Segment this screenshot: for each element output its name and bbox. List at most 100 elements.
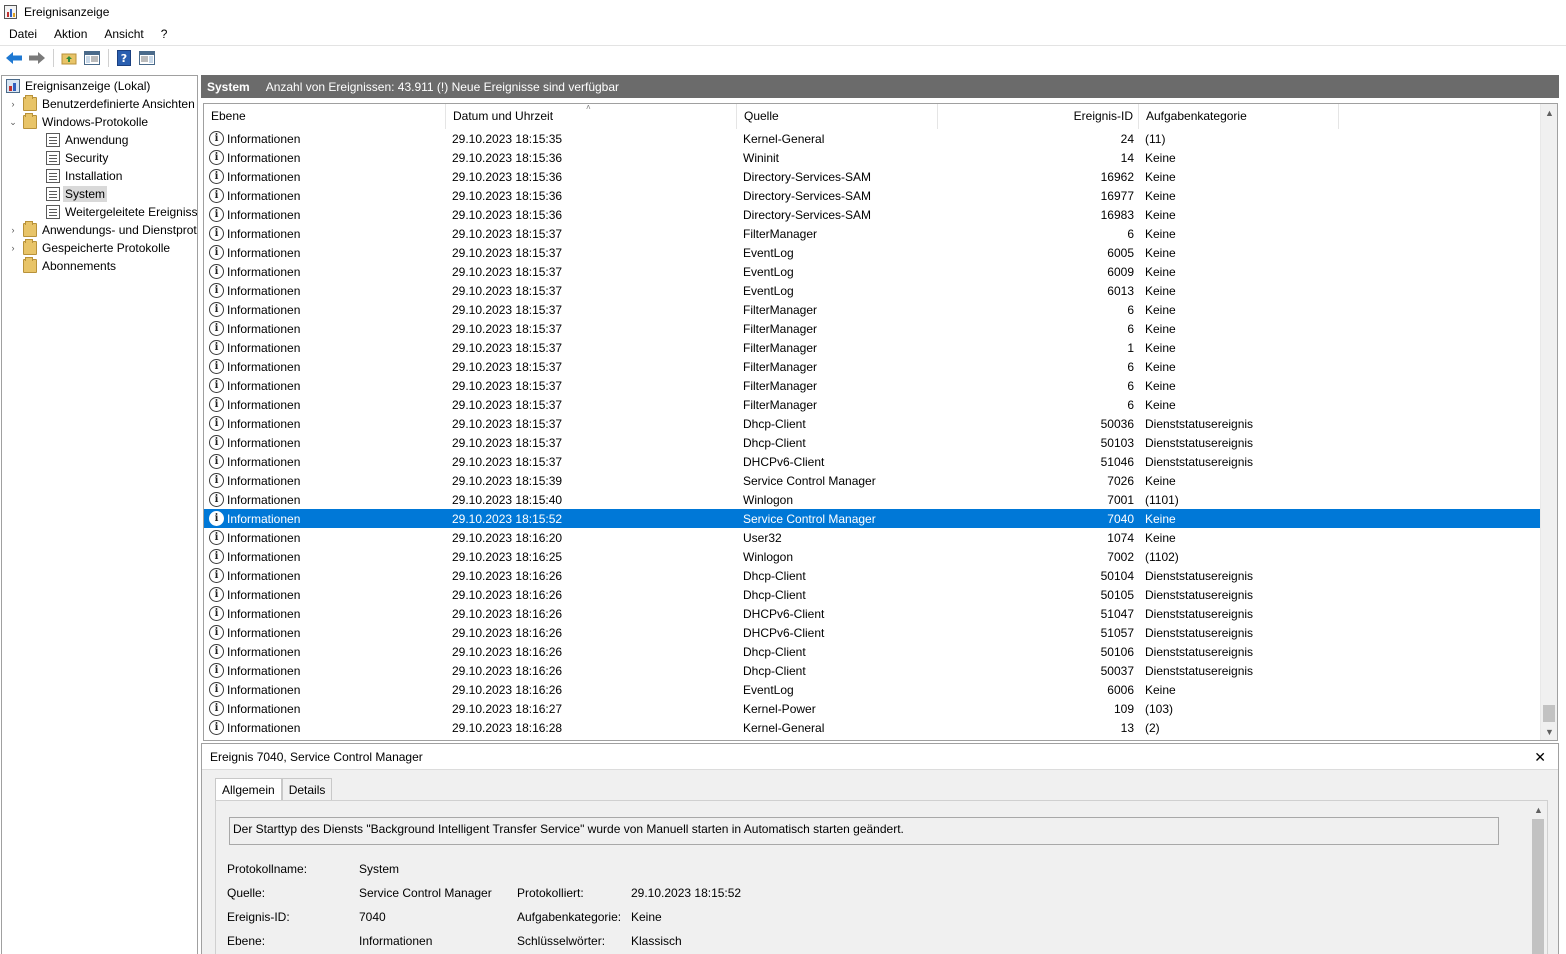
up-button[interactable] <box>59 48 79 68</box>
chevron-right-icon[interactable]: › <box>8 243 18 253</box>
table-row[interactable]: i Informationen 29.10.2023 18:15:37 FilterM… <box>204 224 1541 243</box>
cell-source: FilterManager <box>743 340 818 355</box>
action-pane-button[interactable] <box>137 48 157 68</box>
table-row[interactable]: i Informationen 29.10.2023 18:15:40 Winlogo… <box>204 490 1541 509</box>
tree-item-setup[interactable]: Installation <box>46 167 122 185</box>
table-row[interactable]: i Informationen 29.10.2023 18:15:36 Directo… <box>204 186 1541 205</box>
table-row[interactable]: i Informationen 29.10.2023 18:15:37 FilterM… <box>204 376 1541 395</box>
forward-button[interactable] <box>27 48 47 68</box>
table-row[interactable]: i Informationen 29.10.2023 18:16:26 DHCPv6-… <box>204 623 1541 642</box>
label-ebene: Ebene: <box>227 934 266 948</box>
tree-item-subscriptions[interactable]: Abonnements <box>23 257 116 275</box>
cell-category: (1102) <box>1145 549 1179 564</box>
level-text: Informationen <box>227 321 301 336</box>
event-list-scrollbar[interactable]: ▲ ▼ <box>1540 104 1557 740</box>
table-row[interactable]: i Informationen 29.10.2023 18:16:26 Dhcp-Cl… <box>204 642 1541 661</box>
menu-ansicht[interactable]: Ansicht <box>95 24 151 44</box>
cell-category: Dienststatusereignis <box>1145 435 1254 450</box>
chevron-right-icon[interactable]: › <box>8 225 18 235</box>
level-text: Informationen <box>227 416 301 431</box>
scroll-up-icon[interactable]: ▲ <box>1530 801 1547 818</box>
event-rows: i Informationen 29.10.2023 18:15:35 Kernel-… <box>204 129 1541 737</box>
cell-category: Dienststatusereignis <box>1145 416 1254 431</box>
detail-scrollbar[interactable]: ▲ <box>1530 801 1547 954</box>
tree-item-app-service-logs[interactable]: › Anwendungs- und Dienstprotokolle <box>8 221 197 239</box>
help-button[interactable]: ? <box>114 48 134 68</box>
table-row[interactable]: i Informationen 29.10.2023 18:16:26 Dhcp-Cl… <box>204 661 1541 680</box>
menu-datei[interactable]: Datei <box>0 24 45 44</box>
tree-item-system[interactable]: System <box>46 185 108 203</box>
column-header-aufgabenkategorie[interactable]: Aufgabenkategorie <box>1139 104 1339 129</box>
table-row[interactable]: i Informationen 29.10.2023 18:15:52 Service… <box>204 509 1541 528</box>
table-row[interactable]: i Informationen 29.10.2023 18:16:26 Dhcp-Cl… <box>204 585 1541 604</box>
column-header-ereignis-id[interactable]: Ereignis-ID <box>938 104 1139 129</box>
info-icon: i <box>209 131 224 146</box>
level-text: Informationen <box>227 663 301 678</box>
table-row[interactable]: i Informationen 29.10.2023 18:15:37 DHCPv6-… <box>204 452 1541 471</box>
scrollbar-thumb[interactable] <box>1532 819 1544 954</box>
chevron-right-icon[interactable]: › <box>8 99 18 109</box>
cell-date: 29.10.2023 18:16:26 <box>452 587 563 602</box>
table-row[interactable]: i Informationen 29.10.2023 18:15:37 EventLo… <box>204 281 1541 300</box>
tree-item-security[interactable]: Security <box>46 149 108 167</box>
cell-level: i Informationen <box>204 530 446 545</box>
table-row[interactable]: i Informationen 29.10.2023 18:16:25 Winlogo… <box>204 547 1541 566</box>
table-row[interactable]: i Informationen 29.10.2023 18:15:37 FilterM… <box>204 395 1541 414</box>
table-row[interactable]: i Informationen 29.10.2023 18:16:26 DHCPv6-… <box>204 604 1541 623</box>
table-row[interactable]: i Informationen 29.10.2023 18:15:37 Dhcp-Cl… <box>204 414 1541 433</box>
close-icon[interactable]: ✕ <box>1534 749 1546 766</box>
level-text: Informationen <box>227 302 301 317</box>
column-header-ebene[interactable]: Ebene <box>204 104 446 129</box>
back-arrow-icon <box>6 52 22 64</box>
table-row[interactable]: i Informationen 29.10.2023 18:16:28 Kernel-… <box>204 718 1541 737</box>
tree-item-custom-views[interactable]: › Benutzerdefinierte Ansichten <box>8 95 195 113</box>
cell-category: Keine <box>1145 340 1176 355</box>
tree-item-saved-logs[interactable]: › Gespeicherte Protokolle <box>8 239 170 257</box>
cell-level: i Informationen <box>204 720 446 735</box>
table-row[interactable]: i Informationen 29.10.2023 18:15:36 Directo… <box>204 167 1541 186</box>
column-header-quelle[interactable]: Quelle <box>737 104 938 129</box>
tree-item-root[interactable]: Ereignisanzeige (Lokal) <box>6 77 150 95</box>
cell-source: EventLog <box>743 245 794 260</box>
info-icon: i <box>209 625 224 640</box>
tree-item-forwarded-events[interactable]: Weitergeleitete Ereignisse <box>46 203 197 221</box>
scroll-down-icon[interactable]: ▼ <box>1541 723 1557 740</box>
scroll-up-icon[interactable]: ▲ <box>1541 104 1557 121</box>
tree-item-windows-logs[interactable]: ⌄ Windows-Protokolle <box>8 113 148 131</box>
table-row[interactable]: i Informationen 29.10.2023 18:15:35 Kernel-… <box>204 129 1541 148</box>
table-row[interactable]: i Informationen 29.10.2023 18:15:37 FilterM… <box>204 319 1541 338</box>
table-row[interactable]: i Informationen 29.10.2023 18:16:20 User32 1… <box>204 528 1541 547</box>
table-row[interactable]: i Informationen 29.10.2023 18:16:26 Dhcp-Cl… <box>204 566 1541 585</box>
label-protokollname: Protokollname: <box>227 862 308 876</box>
table-row[interactable]: i Informationen 29.10.2023 18:15:36 Wininit… <box>204 148 1541 167</box>
cell-level: i Informationen <box>204 207 446 222</box>
cell-event-id: 1074 <box>1107 530 1134 545</box>
event-detail-pane: Ereignis 7040, Service Control Manager ✕… <box>201 743 1559 954</box>
cell-source: Kernel-General <box>743 131 825 146</box>
tab-details[interactable]: Details <box>281 778 333 801</box>
table-row[interactable]: i Informationen 29.10.2023 18:15:37 FilterM… <box>204 300 1541 319</box>
table-row[interactable]: i Informationen 29.10.2023 18:15:36 Directo… <box>204 205 1541 224</box>
cell-category: Keine <box>1145 302 1176 317</box>
show-hide-tree-button[interactable] <box>82 48 102 68</box>
table-row[interactable]: i Informationen 29.10.2023 18:15:39 Service… <box>204 471 1541 490</box>
tab-allgemein[interactable]: Allgemein <box>215 778 282 802</box>
table-row[interactable]: i Informationen 29.10.2023 18:16:26 EventLo… <box>204 680 1541 699</box>
table-row[interactable]: i Informationen 29.10.2023 18:15:37 Dhcp-Cl… <box>204 433 1541 452</box>
tree-item-application[interactable]: Anwendung <box>46 131 128 149</box>
column-header-datum[interactable]: ˄ Datum und Uhrzeit <box>446 104 737 129</box>
scrollbar-thumb[interactable] <box>1543 705 1555 722</box>
event-message[interactable]: Der Starttyp des Diensts "Background Int… <box>229 817 1499 845</box>
info-icon: i <box>209 492 224 507</box>
table-row[interactable]: i Informationen 29.10.2023 18:16:27 Kernel-… <box>204 699 1541 718</box>
menu-aktion[interactable]: Aktion <box>45 24 95 44</box>
back-button[interactable] <box>4 48 24 68</box>
table-row[interactable]: i Informationen 29.10.2023 18:15:37 FilterM… <box>204 357 1541 376</box>
cell-date: 29.10.2023 18:15:35 <box>452 131 563 146</box>
level-text: Informationen <box>227 454 301 469</box>
chevron-down-icon[interactable]: ⌄ <box>8 117 18 127</box>
menu-help[interactable]: ? <box>152 24 176 44</box>
table-row[interactable]: i Informationen 29.10.2023 18:15:37 EventLo… <box>204 243 1541 262</box>
table-row[interactable]: i Informationen 29.10.2023 18:15:37 EventLo… <box>204 262 1541 281</box>
table-row[interactable]: i Informationen 29.10.2023 18:15:37 FilterM… <box>204 338 1541 357</box>
